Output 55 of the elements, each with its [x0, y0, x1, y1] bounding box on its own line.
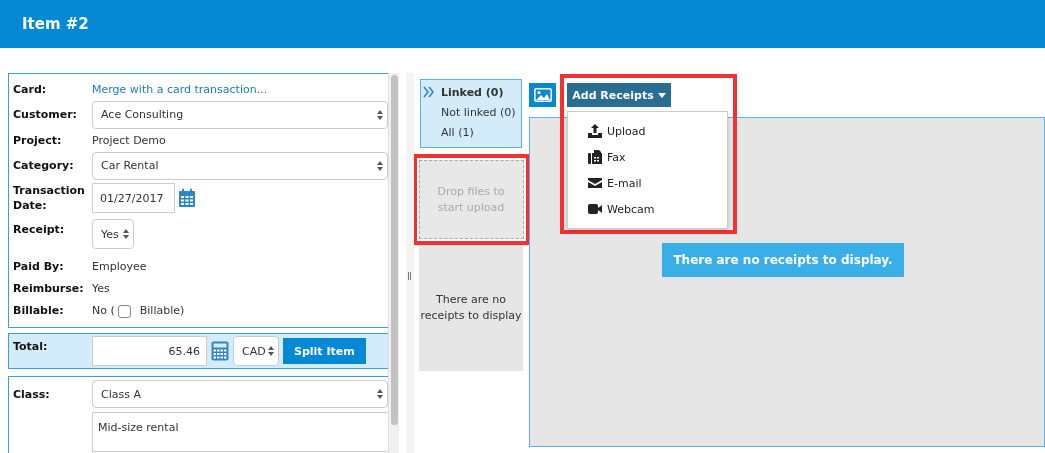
select-field[interactable]: Car Rental: [92, 151, 388, 180]
scrollbar-thumb[interactable]: [390, 75, 398, 425]
date-field[interactable]: 01/27/2017: [92, 183, 175, 213]
field-value: Yes: [92, 281, 110, 295]
field-value: Project Demo: [92, 133, 166, 147]
upload-icon: [588, 124, 602, 138]
field-label: Receipt:: [13, 222, 66, 237]
field-label: Customer:: [13, 107, 78, 122]
field-label: Reimburse:: [13, 280, 85, 296]
empty-message: There are no receipts to display.: [662, 242, 904, 277]
envelope-icon: [588, 176, 602, 190]
filter-tab[interactable]: All (1): [441, 125, 474, 139]
currency-select[interactable]: CAD: [233, 336, 279, 366]
checkbox-label: Billable): [139, 303, 185, 317]
field-label: Class:: [13, 386, 51, 402]
calendar-icon[interactable]: [178, 188, 196, 208]
field-label: Billable:: [13, 302, 65, 318]
menu-item[interactable]: Upload: [568, 118, 727, 144]
description-field[interactable]: Mid-size rental: [92, 412, 388, 452]
empty-message: There are no receipts to display: [419, 292, 523, 324]
calculator-icon[interactable]: [211, 341, 229, 361]
menu-item[interactable]: Webcam: [568, 196, 727, 222]
menu-item[interactable]: Fax: [568, 144, 727, 170]
field-value: No (: [92, 303, 115, 317]
select-field[interactable]: Class A: [92, 380, 388, 408]
select-field[interactable]: Ace Consulting: [92, 100, 388, 129]
fax-icon: [588, 150, 602, 164]
double-chevron-icon: [423, 86, 435, 98]
field-label: Category:: [13, 158, 75, 173]
billable-checkbox[interactable]: [117, 305, 131, 318]
select-arrows-icon: [377, 389, 383, 399]
grip-icon[interactable]: [408, 272, 411, 280]
field-label: Project:: [13, 132, 63, 148]
field-label: Paid By:: [13, 258, 65, 274]
select-arrows-icon: [123, 229, 129, 239]
field-label: Total:: [13, 339, 49, 354]
select-arrows-icon: [377, 109, 383, 120]
field-label: Transaction Date:: [13, 183, 86, 213]
select-field[interactable]: Yes: [92, 219, 134, 249]
add-receipts-button[interactable]: Add Receipts: [567, 83, 671, 107]
select-arrows-icon: [377, 160, 383, 171]
split-item-button[interactable]: Split Item: [283, 338, 366, 364]
page-title: Item #2: [22, 15, 89, 33]
video-camera-icon: [588, 202, 602, 216]
merge-link[interactable]: Merge with a card transaction...: [92, 82, 268, 96]
menu-item[interactable]: E-mail: [568, 170, 727, 196]
field-value: Employee: [92, 259, 147, 273]
image-button[interactable]: [529, 83, 556, 107]
amount-field[interactable]: 65.46: [92, 336, 207, 366]
select-arrows-icon: [268, 346, 274, 356]
field-label: Card:: [13, 81, 48, 97]
filter-tab[interactable]: Linked (0): [441, 85, 504, 99]
filter-tab[interactable]: Not linked (0): [441, 105, 516, 119]
caret-icon: [657, 92, 666, 98]
scrollbar[interactable]: [388, 73, 399, 453]
